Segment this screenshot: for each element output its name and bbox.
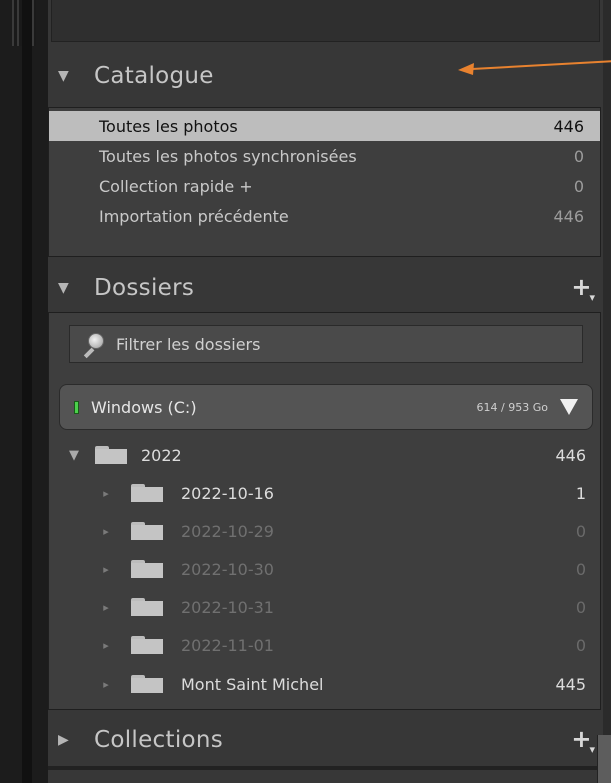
drive-status-indicator [74,400,79,414]
volume-header[interactable]: Windows (C:) 614 / 953 Go [59,384,593,430]
expand-triangle-icon[interactable]: ▼ [58,68,72,84]
folder-icon [131,522,163,540]
folder-filter-input[interactable]: Filtrer les dossiers [69,325,583,363]
catalog-item-count: 446 [553,206,584,226]
catalog-item-synced-photos[interactable]: Toutes les photos synchronisées 0 [49,141,600,171]
folder-name: 2022-10-16 [181,483,274,503]
folder-icon [131,484,163,502]
navigator-box [51,0,600,42]
catalog-item-all-photos[interactable]: Toutes les photos 446 [49,111,600,141]
collapsed-triangle-icon[interactable]: ▸ [99,487,113,500]
folder-row-2022-10-16[interactable]: ▸ 2022-10-16 1 [49,474,602,512]
add-folder-icon[interactable]: +▾ [571,273,595,304]
folder-name: 2022-10-31 [181,597,274,617]
catalog-item-label: Collection rapide + [99,176,253,196]
section-divider [48,766,603,770]
collections-title: Collections [94,727,224,753]
folder-count: 445 [555,674,586,694]
catalog-item-count: 0 [573,176,584,196]
folder-icon [131,636,163,654]
collapsed-triangle-icon[interactable]: ▸ [99,601,113,614]
folder-row-2022-10-30[interactable]: ▸ 2022-10-30 0 [49,550,602,588]
catalog-item-count: 0 [573,146,584,166]
catalog-list: Toutes les photos 446 Toutes les photos … [48,107,601,257]
folder-row-mont-saint-michel[interactable]: ▸ Mont Saint Michel 445 [49,665,602,703]
add-collection-icon[interactable]: +▾ [571,725,595,756]
folder-count: 0 [575,597,586,617]
scrollbar-thumb[interactable] [597,735,611,783]
folder-icon [131,675,163,693]
folders-title: Dossiers [94,275,195,301]
folder-count: 0 [575,559,586,579]
folder-filter-placeholder: Filtrer les dossiers [116,334,261,354]
expand-triangle-icon[interactable]: ▼ [67,448,81,463]
collapsed-triangle-icon[interactable]: ▸ [99,678,113,691]
catalog-item-label: Toutes les photos [99,116,238,136]
left-panel: ▼ Catalogue Toutes les photos 446 Toutes… [48,0,603,783]
folder-name: Mont Saint Michel [181,674,324,694]
collections-header[interactable]: ▶ Collections +▾ [48,718,603,762]
folder-name: 2022-11-01 [181,635,274,655]
collapsed-triangle-icon[interactable]: ▸ [99,563,113,576]
folder-name: 2022-10-30 [181,559,274,579]
folder-name: 2022 [141,445,182,465]
annotation-arrow-icon [458,60,611,75]
collapsed-triangle-icon[interactable]: ▶ [58,732,72,748]
folder-icon [131,598,163,616]
search-icon [82,333,108,359]
folders-header[interactable]: ▼ Dossiers +▾ [48,266,603,310]
folder-row-2022-11-01[interactable]: ▸ 2022-11-01 0 [49,626,602,664]
catalog-item-label: Importation précédente [99,206,289,226]
collapsed-triangle-icon[interactable]: ▸ [99,525,113,538]
volume-name: Windows (C:) [91,397,197,417]
folder-row-2022-10-31[interactable]: ▸ 2022-10-31 0 [49,588,602,626]
catalog-item-label: Toutes les photos synchronisées [99,146,357,166]
left-edge-strip [0,0,48,783]
chevron-down-icon[interactable] [560,399,578,415]
catalog-item-previous-import[interactable]: Importation précédente 446 [49,201,600,231]
volume-size: 614 / 953 Go [476,400,548,414]
catalog-title: Catalogue [94,63,214,89]
folder-row-2022-10-29[interactable]: ▸ 2022-10-29 0 [49,512,602,550]
folder-count: 1 [575,483,586,503]
folder-count: 0 [575,635,586,655]
catalog-item-count: 446 [553,116,584,136]
collapsed-triangle-icon[interactable]: ▸ [99,639,113,652]
panel-rail [22,0,32,783]
folder-count: 0 [575,521,586,541]
catalog-item-quick-collection[interactable]: Collection rapide + 0 [49,171,600,201]
folder-icon [131,560,163,578]
folder-count: 446 [555,445,586,465]
folder-icon [95,446,127,464]
folder-row-2022[interactable]: ▼ 2022 446 [49,436,602,474]
folders-panel: Filtrer les dossiers Windows (C:) 614 / … [48,312,601,710]
expand-triangle-icon[interactable]: ▼ [58,280,72,296]
folder-name: 2022-10-29 [181,521,274,541]
